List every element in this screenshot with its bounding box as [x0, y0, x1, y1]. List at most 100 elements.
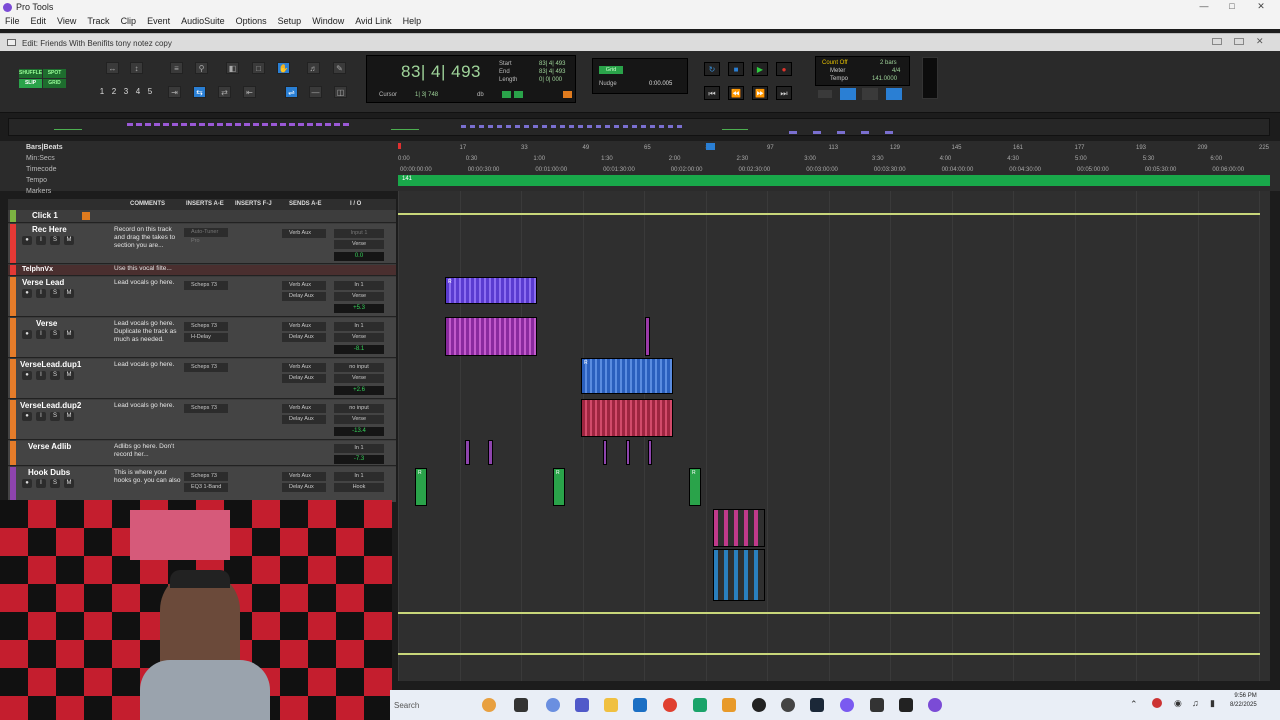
- track-name[interactable]: Verse Lead: [22, 278, 64, 287]
- mirror-midi-icon[interactable]: ⇌: [285, 86, 298, 98]
- track-row[interactable]: Verse Adlib Adlibs go here. Don't record…: [8, 441, 396, 466]
- track-name[interactable]: Verse Adlib: [28, 442, 71, 451]
- track-comment[interactable]: Lead vocals go here. Duplicate the track…: [114, 320, 182, 344]
- input-selector[interactable]: In 1: [334, 322, 384, 331]
- selector-tool-icon[interactable]: □: [252, 62, 265, 74]
- ilok-icon[interactable]: [899, 698, 913, 712]
- solo-button[interactable]: S: [50, 371, 60, 380]
- track-name[interactable]: Rec Here: [32, 225, 67, 234]
- volume-icon[interactable]: ♫: [1192, 698, 1199, 708]
- insert-slot[interactable]: Scheps 73: [184, 472, 228, 481]
- track-row[interactable]: Click 1: [8, 210, 396, 223]
- zoom-preset-1[interactable]: 1: [97, 87, 107, 98]
- insertion-follows-icon[interactable]: ⇤: [243, 86, 256, 98]
- output-selector[interactable]: Verse: [334, 415, 384, 424]
- tempo-value[interactable]: 141.0000: [872, 76, 897, 82]
- end-value[interactable]: 83| 4| 493: [539, 69, 565, 75]
- insert-slot[interactable]: Scheps 73: [184, 363, 228, 372]
- zoom-in-icon[interactable]: ↕: [130, 62, 143, 74]
- menu-event[interactable]: Event: [142, 15, 176, 29]
- output-selector[interactable]: Hook: [334, 483, 384, 492]
- midi-merge-icon[interactable]: [818, 90, 832, 98]
- doc-maximize-icon[interactable]: [1234, 38, 1244, 45]
- steam-icon[interactable]: [810, 698, 824, 712]
- commands-focus-icon[interactable]: ◫: [334, 86, 347, 98]
- solo-button[interactable]: S: [50, 330, 60, 339]
- grid-button[interactable]: Grid: [599, 66, 623, 74]
- output-selector[interactable]: Verse: [334, 374, 384, 383]
- insert-slot[interactable]: Scheps 73: [184, 281, 228, 290]
- audio-clip[interactable]: R: [445, 277, 537, 304]
- track-name[interactable]: TelphnVx: [22, 266, 53, 273]
- audio-clip[interactable]: [603, 440, 607, 465]
- send-slot[interactable]: Delay Aux: [282, 292, 326, 301]
- menu-window[interactable]: Window: [307, 15, 350, 29]
- menu-options[interactable]: Options: [231, 15, 273, 29]
- length-value[interactable]: 0| 0| 000: [539, 77, 562, 83]
- maximize-icon[interactable]: □: [1226, 1, 1238, 13]
- main-counter[interactable]: 83| 4| 493: [401, 62, 481, 82]
- solo-button[interactable]: S: [50, 479, 60, 488]
- audio-clip[interactable]: R: [581, 358, 673, 394]
- send-slot[interactable]: Verb Aux: [282, 281, 326, 290]
- menu-file[interactable]: File: [0, 15, 26, 29]
- zoom-preset-4[interactable]: 4: [133, 87, 143, 98]
- count-off-bars[interactable]: 2 bars: [880, 60, 897, 66]
- input-selector[interactable]: In 1: [334, 472, 384, 481]
- mute-button[interactable]: M: [64, 412, 74, 421]
- zoomer-tool-icon[interactable]: ⚲: [195, 62, 208, 74]
- zoom-toggle-icon[interactable]: ≡: [170, 62, 183, 74]
- track-comment[interactable]: Record on this track and drag the takes …: [114, 226, 182, 250]
- volume-value[interactable]: -13.4: [334, 427, 384, 436]
- track-row[interactable]: Verse Lead ● I S M Lead vocals go here. Sch…: [8, 277, 396, 317]
- slip-mode-button[interactable]: SLIP: [19, 79, 42, 88]
- file-explorer-icon[interactable]: [604, 698, 618, 712]
- minimize-icon[interactable]: —: [1198, 1, 1210, 13]
- menu-view[interactable]: View: [52, 15, 82, 29]
- scrubber-tool-icon[interactable]: ♬: [307, 62, 320, 74]
- app-icon[interactable]: [870, 698, 884, 712]
- edit-timeline-area[interactable]: R R R R R: [398, 191, 1270, 681]
- solo-button[interactable]: S: [50, 289, 60, 298]
- audio-clip[interactable]: [713, 549, 765, 601]
- mute-button[interactable]: M: [64, 236, 74, 245]
- menu-audiosuite[interactable]: AudioSuite: [176, 15, 231, 29]
- track-row[interactable]: VerseLead.dup2 ● I S M Lead vocals go here.…: [8, 400, 396, 440]
- track-name[interactable]: Hook Dubs: [28, 468, 70, 477]
- taskbar-search[interactable]: Search: [390, 696, 480, 714]
- track-row[interactable]: Rec Here ● I S M Record on this track and d…: [8, 224, 396, 264]
- insert-slot[interactable]: EQ3 1-Band: [184, 483, 228, 492]
- messenger-icon[interactable]: [840, 698, 854, 712]
- solo-button[interactable]: S: [50, 412, 60, 421]
- volume-value[interactable]: -8.1: [334, 345, 384, 354]
- input-monitor-button[interactable]: I: [36, 479, 46, 488]
- input-monitor-button[interactable]: I: [36, 236, 46, 245]
- send-slot[interactable]: Verb Aux: [282, 229, 326, 238]
- tray-app-icon[interactable]: [1152, 698, 1162, 708]
- send-slot[interactable]: Delay Aux: [282, 483, 326, 492]
- input-selector[interactable]: Input 1: [334, 229, 384, 238]
- send-slot[interactable]: Verb Aux: [282, 404, 326, 413]
- go-to-end-icon[interactable]: ⏭: [776, 86, 792, 100]
- record-enable-button[interactable]: ●: [22, 236, 32, 245]
- task-view-icon[interactable]: [514, 698, 528, 712]
- volume-value[interactable]: +5.3: [334, 304, 384, 313]
- grabber-tool-icon[interactable]: ✋: [277, 62, 290, 74]
- meter-value[interactable]: 4/4: [892, 68, 900, 74]
- pencil-tool-icon[interactable]: ✎: [333, 62, 346, 74]
- zoom-preset-3[interactable]: 3: [121, 87, 131, 98]
- insert-slot[interactable]: Scheps 73: [184, 322, 228, 331]
- track-row[interactable]: Hook Dubs ● I S M This is where your hooks …: [8, 467, 396, 502]
- doc-minimize-icon[interactable]: [1212, 38, 1222, 45]
- network-icon[interactable]: ◉: [1174, 698, 1182, 709]
- mute-button[interactable]: M: [64, 371, 74, 380]
- send-slot[interactable]: Delay Aux: [282, 374, 326, 383]
- track-comment[interactable]: Lead vocals go here.: [114, 361, 182, 369]
- volume-value[interactable]: 0.0: [334, 252, 384, 261]
- doc-close-icon[interactable]: ✕: [1256, 36, 1264, 47]
- track-row[interactable]: Verse ● I S M Lead vocals go here. Duplicat…: [8, 318, 396, 358]
- record-enable-button[interactable]: ●: [22, 289, 32, 298]
- widget-icon[interactable]: [482, 698, 496, 712]
- insert-slot[interactable]: H-Delay: [184, 333, 228, 342]
- output-selector[interactable]: Verse: [334, 292, 384, 301]
